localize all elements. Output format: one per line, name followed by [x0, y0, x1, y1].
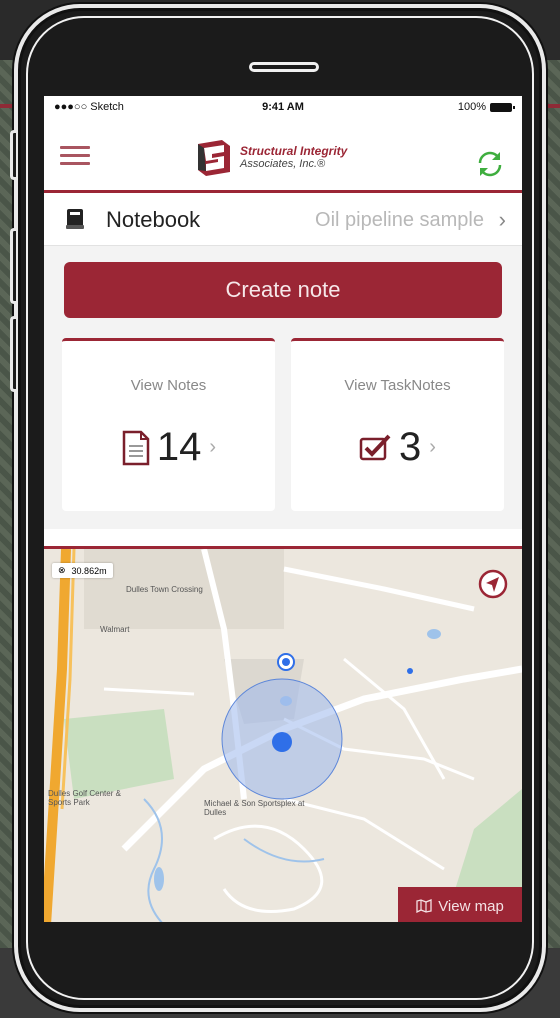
phone-speaker — [249, 62, 319, 72]
view-map-button[interactable]: View map — [398, 887, 522, 922]
battery-icon — [490, 102, 515, 112]
logo-line-1: Structural Integrity — [240, 144, 348, 158]
chevron-right-icon: › — [429, 436, 436, 458]
map-scale: ⊗ 30.862m — [52, 563, 113, 578]
view-notes-card[interactable]: View Notes 14 › — [62, 338, 275, 511]
map-place-label: Michael & Son Sportsplex at Dulles — [204, 799, 305, 817]
phone-volume-down — [10, 316, 16, 392]
status-bar: ●●●○○ Sketch 9:41 AM 100% — [44, 96, 522, 118]
app-header: Structural Integrity Associates, Inc.® — [44, 118, 522, 193]
notebook-value: Oil pipeline sample — [315, 209, 484, 231]
scale-icon: ⊗ — [58, 565, 66, 575]
company-logo: Structural Integrity Associates, Inc.® — [194, 138, 347, 178]
phone-volume-up — [10, 228, 16, 304]
map-icon — [416, 899, 432, 913]
compass-icon[interactable] — [478, 569, 508, 599]
phone-mute-switch — [10, 130, 16, 180]
notebook-icon — [66, 209, 84, 229]
map-place-label: Walmart — [100, 625, 130, 634]
create-note-button[interactable]: Create note — [64, 262, 502, 318]
hamburger-icon — [60, 146, 90, 149]
hamburger-menu-button[interactable] — [60, 146, 90, 166]
card-title: View Notes — [130, 377, 207, 394]
document-icon — [122, 430, 150, 465]
summary-cards: View Notes 14 › View TaskNotes 3 › — [44, 330, 522, 529]
logo-line-2: Associates, Inc.® — [240, 158, 326, 170]
app-screen: ●●●○○ Sketch 9:41 AM 100% Structural Int… — [44, 96, 522, 922]
view-tasknotes-card[interactable]: View TaskNotes 3 › — [291, 338, 504, 511]
chevron-right-icon: › — [498, 207, 506, 232]
sync-icon — [478, 151, 502, 177]
tasknotes-count: 3 — [399, 425, 422, 469]
checkbox-icon — [359, 434, 391, 460]
notebook-selector[interactable]: Notebook Oil pipeline sample › — [44, 193, 522, 246]
map-place-label: Dulles Golf Center & Sports Park — [48, 789, 121, 807]
sync-button[interactable] — [474, 148, 506, 180]
notes-count: 14 — [156, 425, 202, 469]
battery-percent: 100% — [457, 101, 486, 113]
map-canvas — [44, 549, 522, 922]
map-place-label: Dulles Town Crossing — [126, 585, 203, 594]
chevron-right-icon: › — [209, 436, 217, 458]
notebook-label: Notebook — [106, 207, 201, 232]
battery-indicator: 100% — [457, 101, 515, 113]
status-time: 9:41 AM — [262, 101, 304, 113]
view-map-label: View map — [438, 897, 504, 915]
scale-value: 30.862m — [71, 565, 107, 576]
create-area: Create note — [44, 246, 522, 330]
logo-mark-icon — [194, 138, 234, 178]
card-title: View TaskNotes — [344, 377, 451, 394]
map-view[interactable]: ⊗ 30.862m Dulles Town Crossing Walmart D… — [44, 546, 522, 922]
